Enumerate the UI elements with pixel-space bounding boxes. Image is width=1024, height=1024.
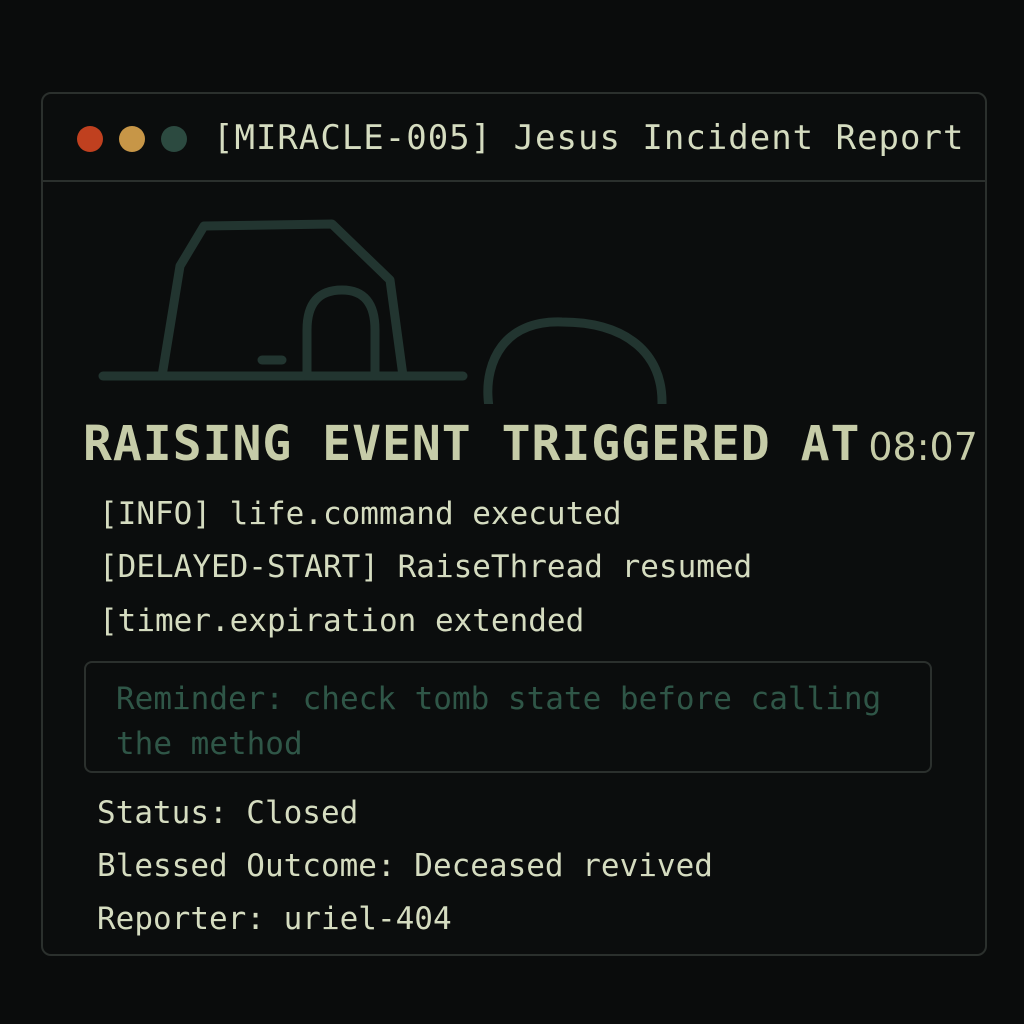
- event-headline: RAISING EVENT TRIGGERED AT 08:07: [83, 416, 978, 472]
- stone-icon: [483, 317, 667, 404]
- tomb-icon: [98, 219, 468, 381]
- event-time: 08:07: [868, 425, 978, 469]
- maximize-button[interactable]: [161, 126, 187, 152]
- tomb-illustration: [98, 219, 667, 404]
- outcome-field: Blessed Outcome: Deceased revived: [97, 848, 713, 884]
- incident-report-window: [MIRACLE-005] Jesus Incident Report RAIS…: [41, 92, 987, 956]
- log-line: [INFO] life.command executed: [99, 496, 622, 532]
- close-button[interactable]: [77, 126, 103, 152]
- log-line: [timer.expiration extended: [99, 603, 585, 639]
- headline-text: RAISING EVENT TRIGGERED AT: [83, 416, 861, 472]
- reporter-field: Reporter: uriel-404: [97, 901, 452, 937]
- status-field: Status: Closed: [97, 795, 359, 831]
- minimize-button[interactable]: [119, 126, 145, 152]
- title-bar: [MIRACLE-005] Jesus Incident Report: [43, 94, 985, 182]
- window-title: [MIRACLE-005] Jesus Incident Report: [213, 118, 965, 158]
- log-line: [DELAYED-START] RaiseThread resumed: [99, 549, 753, 585]
- reminder-note: Reminder: check tomb state before callin…: [84, 661, 932, 773]
